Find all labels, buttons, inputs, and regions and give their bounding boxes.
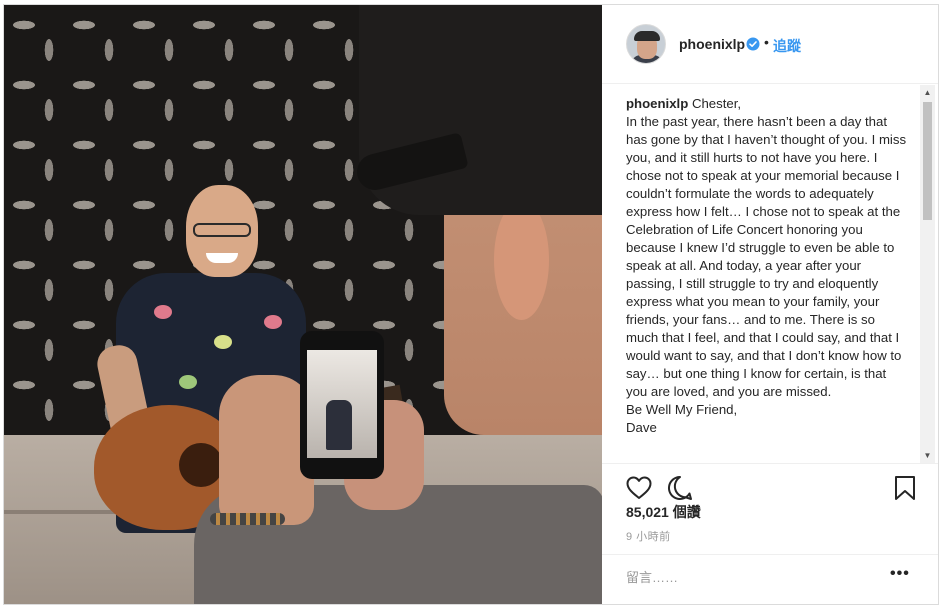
caption-line: In the past year, there hasn’t been a da…: [626, 114, 907, 399]
heart-icon[interactable]: [626, 476, 652, 505]
smartphone-screen-figure: [326, 400, 352, 450]
post-photo[interactable]: [4, 5, 602, 604]
subject-glasses: [193, 223, 251, 237]
like-count[interactable]: 85,021 個讚: [626, 502, 701, 522]
caption: phoenixlp Chester, In the past year, the…: [626, 95, 908, 437]
username-link[interactable]: phoenixlp: [679, 36, 745, 52]
more-options-icon[interactable]: •••: [890, 565, 910, 583]
caption-line: Dave: [626, 420, 657, 435]
separator-dot: •: [764, 34, 769, 50]
scroll-up-arrow-icon[interactable]: ▲: [920, 85, 935, 100]
avatar[interactable]: [626, 24, 666, 64]
avatar-cap: [634, 31, 660, 41]
follow-button[interactable]: 追蹤: [773, 36, 801, 56]
guitar-soundhole: [179, 443, 223, 487]
shirt-flower: [214, 335, 232, 349]
bracelet: [210, 513, 285, 525]
shirt-flower: [264, 315, 282, 329]
shirt-flower: [154, 305, 172, 319]
caption-username[interactable]: phoenixlp: [626, 96, 688, 111]
scroll-down-arrow-icon[interactable]: ▼: [920, 448, 935, 463]
post-header: phoenixlp • 追蹤: [602, 5, 938, 84]
shirt-flower: [179, 375, 197, 389]
post-timestamp[interactable]: 9 小時前: [626, 528, 671, 544]
comment-input[interactable]: [626, 567, 876, 587]
caption-line: Be Well My Friend,: [626, 402, 738, 417]
post-side-panel: phoenixlp • 追蹤 phoenixlp Chester, In the…: [602, 5, 938, 604]
verified-badge-icon: [746, 37, 760, 51]
bookmark-icon[interactable]: [894, 475, 916, 506]
scroll-thumb[interactable]: [923, 102, 932, 220]
photographer-ear: [494, 200, 549, 320]
subject-smile: [206, 253, 238, 263]
comment-bar: •••: [602, 554, 938, 600]
caption-line: Chester,: [691, 96, 742, 111]
caption-scrollbar[interactable]: ▲ ▼: [920, 85, 935, 463]
